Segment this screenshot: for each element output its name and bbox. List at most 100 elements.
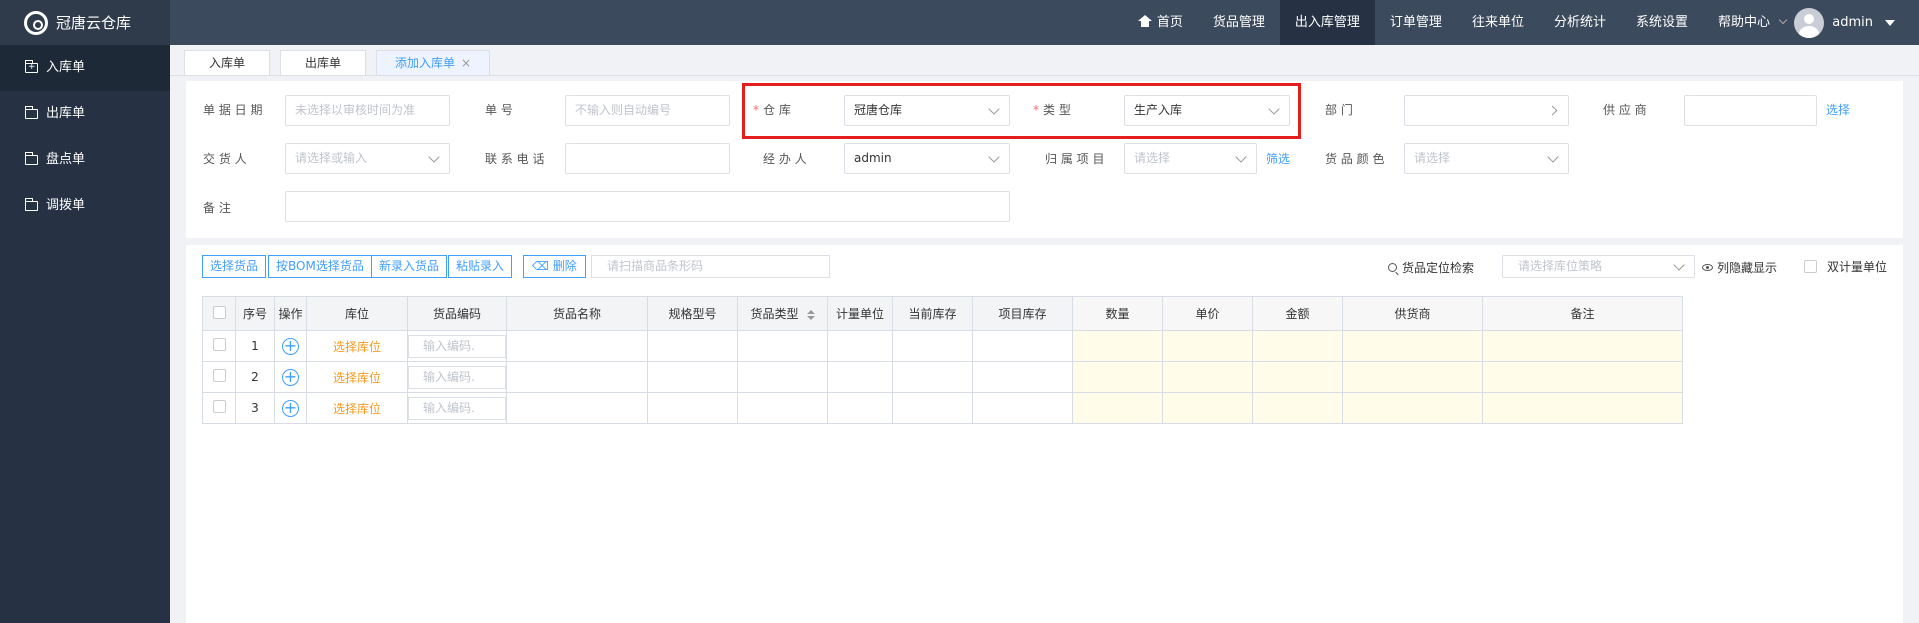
project-label: 归 属 项 目 — [1045, 152, 1105, 166]
header-code: 货品编码 — [407, 296, 507, 331]
highlight-box — [742, 83, 1301, 139]
app-title: 冠唐云仓库 — [56, 14, 132, 32]
locate-search[interactable]: 货品定位检索 — [1388, 259, 1474, 276]
nav-goods-management[interactable]: 货品管理 — [1198, 0, 1280, 45]
row-checkbox[interactable] — [212, 369, 226, 382]
header-location: 库位 — [306, 296, 408, 331]
plus-icon[interactable]: + — [282, 368, 299, 386]
code-input[interactable]: 输入编码. — [408, 334, 506, 358]
deliverer-label: 交 货 人 — [203, 152, 247, 166]
folder-plus-icon — [25, 59, 38, 75]
phone-input[interactable] — [565, 143, 730, 174]
table-row: 1 + 选择库位 输入编码. — [202, 330, 1683, 362]
sort-icon[interactable] — [806, 310, 815, 320]
nav-settings[interactable]: 系统设置 — [1621, 0, 1703, 45]
caret-down-icon — [1885, 19, 1895, 26]
doc-no-input[interactable]: 不输入则自动编号 — [565, 95, 730, 126]
color-select[interactable]: 请选择 — [1404, 143, 1569, 174]
sidebar-item-stocktake[interactable]: 盘点单 — [0, 137, 170, 183]
select-location-link[interactable]: 选择库位 — [306, 392, 408, 424]
header-remark: 备注 — [1482, 296, 1683, 331]
strategy-select[interactable]: 请选择库位策略 — [1502, 255, 1695, 278]
project-filter-link[interactable]: 筛选 — [1266, 150, 1290, 167]
supplier-label: 供 应 商 — [1603, 103, 1647, 117]
project-select[interactable]: 请选择 — [1124, 143, 1257, 174]
sidebar-item-inbound[interactable]: 入库单 — [0, 45, 170, 91]
barcode-input[interactable]: 请扫描商品条形码 — [591, 255, 830, 278]
chevron-down-icon — [988, 151, 1000, 163]
dept-select[interactable] — [1404, 95, 1569, 126]
select-location-link[interactable]: 选择库位 — [306, 361, 408, 393]
nav-order-management[interactable]: 订单管理 — [1375, 0, 1457, 45]
header-current-stock: 当前库存 — [892, 296, 973, 331]
row-checkbox[interactable] — [212, 338, 226, 351]
folder-icon — [25, 198, 38, 211]
nav-contacts[interactable]: 往来单位 — [1457, 0, 1539, 45]
trash-icon: ⌫ — [532, 259, 549, 273]
plus-icon[interactable]: + — [282, 337, 299, 355]
goods-table: 序号 操作 库位 货品编码 货品名称 规格型号 货品类型 计量单位 当前库存 项… — [202, 296, 1683, 424]
select-goods-button[interactable]: 选择货品 — [202, 255, 267, 278]
dept-label: 部 门 — [1325, 103, 1353, 117]
remark-label: 备 注 — [203, 201, 231, 215]
user-menu[interactable]: admin — [1794, 0, 1895, 45]
sidebar: 入库单 出库单 盘点单 调拨单 — [0, 45, 170, 623]
chevron-down-icon — [1547, 151, 1559, 163]
header-unit-price: 单价 — [1162, 296, 1253, 331]
header-spec: 规格型号 — [647, 296, 738, 331]
supplier-input[interactable] — [1684, 95, 1817, 126]
folder-icon — [25, 152, 38, 165]
dual-unit-toggle[interactable]: 双计量单位 — [1804, 258, 1887, 275]
tab-outbound[interactable]: 出库单 — [280, 50, 367, 75]
header-project-stock: 项目库存 — [972, 296, 1073, 331]
header-amount: 金额 — [1252, 296, 1343, 331]
bom-select-button[interactable]: 按BOM选择货品 — [268, 255, 372, 278]
deliverer-select[interactable]: 请选择或输入 — [285, 143, 450, 174]
delete-button[interactable]: ⌫ 删除 — [523, 255, 586, 278]
avatar — [1794, 7, 1825, 38]
handler-select[interactable]: admin — [844, 143, 1010, 174]
chevron-down-icon — [1235, 151, 1247, 163]
doc-date-input[interactable]: 未选择以审核时间为准 — [285, 95, 450, 126]
header-unit: 计量单位 — [827, 296, 893, 331]
tab-inbound[interactable]: 入库单 — [184, 50, 271, 75]
handler-label: 经 办 人 — [763, 152, 807, 166]
sidebar-item-outbound[interactable]: 出库单 — [0, 91, 170, 137]
phone-label: 联 系 电 话 — [485, 152, 545, 166]
app-logo[interactable]: 冠唐云仓库 — [0, 0, 170, 45]
select-all-cell — [202, 296, 236, 331]
nav-help[interactable]: 帮助中心 — [1703, 0, 1801, 45]
select-all-checkbox[interactable] — [212, 305, 226, 319]
page-tabs: 入库单 出库单 添加入库单 × — [170, 45, 1919, 76]
folder-icon — [25, 106, 38, 119]
chevron-down-icon — [428, 151, 440, 163]
column-visibility[interactable]: 列隐藏显示 — [1702, 259, 1777, 276]
plus-icon[interactable]: + — [282, 399, 299, 417]
code-input[interactable]: 输入编码. — [408, 365, 506, 389]
chevron-down-icon — [1673, 259, 1685, 271]
header-action: 操作 — [274, 296, 307, 331]
nav-home[interactable]: 首页 — [1123, 0, 1198, 45]
table-row: 3 + 选择库位 输入编码. — [202, 392, 1683, 424]
header-type[interactable]: 货品类型 — [737, 296, 828, 331]
chevron-right-icon — [1547, 105, 1558, 116]
header-quantity: 数量 — [1072, 296, 1163, 331]
dual-unit-checkbox[interactable] — [1804, 260, 1817, 273]
code-input[interactable]: 输入编码. — [408, 396, 506, 420]
doc-no-label: 单 号 — [485, 103, 513, 117]
home-icon — [1137, 15, 1152, 27]
tab-add-inbound[interactable]: 添加入库单 × — [376, 50, 491, 75]
sidebar-item-transfer[interactable]: 调拨单 — [0, 183, 170, 229]
select-location-link[interactable]: 选择库位 — [306, 330, 408, 362]
nav-analysis[interactable]: 分析统计 — [1539, 0, 1621, 45]
new-goods-button[interactable]: 新录入货品 — [371, 255, 448, 278]
paste-entry-button[interactable]: 粘贴录入 — [448, 255, 513, 278]
header-no: 序号 — [235, 296, 275, 331]
supplier-select-link[interactable]: 选择 — [1826, 101, 1850, 118]
close-icon[interactable]: × — [461, 56, 471, 70]
nav-inout-management[interactable]: 出入库管理 — [1279, 0, 1375, 45]
chevron-down-icon — [1778, 15, 1788, 25]
row-checkbox[interactable] — [212, 400, 226, 413]
header-name: 货品名称 — [506, 296, 648, 331]
remark-input[interactable] — [285, 191, 1010, 222]
